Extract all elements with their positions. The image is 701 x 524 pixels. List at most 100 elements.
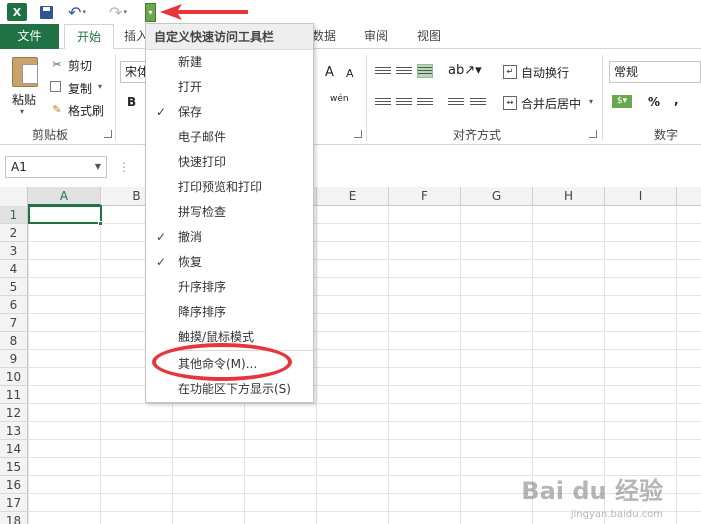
format-painter-button[interactable]: 格式刷: [68, 102, 104, 119]
clipboard-launcher-icon[interactable]: [104, 130, 112, 138]
row-header[interactable]: 17: [0, 494, 28, 512]
increase-indent-icon[interactable]: [470, 96, 486, 110]
menu-item-print-preview[interactable]: 打印预览和打印: [146, 175, 313, 200]
tab-home[interactable]: 开始: [64, 24, 114, 50]
menu-item-label: 升序排序: [178, 280, 227, 294]
column-header-a[interactable]: A: [28, 187, 101, 206]
menu-item-label: 在功能区下方显示(S): [178, 382, 291, 396]
menu-item-sort-descending[interactable]: 降序排序: [146, 300, 313, 325]
column-header-i[interactable]: I: [605, 187, 677, 206]
menu-item-email[interactable]: 电子邮件: [146, 125, 313, 150]
cut-button[interactable]: 剪切: [68, 57, 92, 74]
tab-view[interactable]: 视图: [417, 24, 441, 49]
tab-review[interactable]: 审阅: [364, 24, 388, 49]
menu-item-spelling[interactable]: 拼写检查: [146, 200, 313, 225]
row-header[interactable]: 1: [0, 206, 28, 224]
scissors-icon: ✂: [52, 58, 62, 71]
paste-button[interactable]: 粘贴: [12, 91, 36, 108]
menu-item-label: 降序排序: [178, 305, 227, 319]
row-header[interactable]: 7: [0, 314, 28, 332]
copy-dropdown-icon[interactable]: ▾: [98, 82, 102, 91]
row-header[interactable]: 16: [0, 476, 28, 494]
column-header-f[interactable]: F: [389, 187, 461, 206]
column-header-row: A B C D E F G H I: [0, 187, 701, 206]
row-header[interactable]: 13: [0, 422, 28, 440]
row-header[interactable]: 11: [0, 386, 28, 404]
row-header[interactable]: 18: [0, 512, 28, 524]
menu-item-quick-print[interactable]: 快速打印: [146, 150, 313, 175]
wrap-text-button[interactable]: 自动换行: [521, 64, 569, 81]
watermark-url: jingyan.baidu.com: [570, 509, 663, 520]
row-header[interactable]: 4: [0, 260, 28, 278]
row-header[interactable]: 15: [0, 458, 28, 476]
merge-center-button[interactable]: 合并后居中: [521, 95, 581, 112]
merge-dropdown-icon[interactable]: ▾: [589, 97, 593, 106]
row-header[interactable]: 12: [0, 404, 28, 422]
orientation-icon[interactable]: ab↗▾: [448, 63, 482, 78]
check-icon: ✓: [156, 255, 167, 269]
font-size-increase-button[interactable]: A: [325, 65, 334, 80]
column-header-h[interactable]: H: [533, 187, 605, 206]
menu-item-label: 新建: [178, 55, 203, 69]
name-box[interactable]: A1 ▼: [5, 156, 107, 178]
separator: [366, 55, 367, 141]
align-middle-icon[interactable]: [396, 65, 412, 79]
bold-button[interactable]: B: [127, 95, 136, 109]
merge-center-icon: ↔: [503, 96, 517, 110]
align-left-icon[interactable]: [375, 96, 391, 110]
alignment-launcher-icon[interactable]: [589, 130, 597, 138]
select-all-corner[interactable]: [0, 187, 28, 206]
menu-item-undo[interactable]: ✓ 撤消: [146, 225, 313, 250]
name-box-dropdown-icon[interactable]: ▼: [95, 157, 101, 177]
align-center-icon[interactable]: [396, 96, 412, 110]
menu-item-new[interactable]: 新建: [146, 50, 313, 75]
menu-item-label: 撤消: [178, 230, 203, 244]
row-header[interactable]: 10: [0, 368, 28, 386]
customize-quick-access-dropdown-icon[interactable]: ▾: [145, 3, 156, 22]
menu-item-label: 保存: [178, 105, 203, 119]
currency-format-icon[interactable]: $▾: [612, 95, 632, 108]
save-icon[interactable]: [37, 3, 55, 21]
menu-item-save[interactable]: ✓ 保存: [146, 100, 313, 125]
percent-style-button[interactable]: %: [648, 95, 660, 109]
menu-item-label: 触摸/鼠标模式: [178, 330, 255, 344]
copy-button[interactable]: 复制: [68, 80, 92, 97]
menu-item-sort-ascending[interactable]: 升序排序: [146, 275, 313, 300]
redo-icon[interactable]: ↷ ▾: [106, 3, 130, 22]
menu-item-label: 拼写检查: [178, 205, 227, 219]
quick-access-toolbar: X ↶ ▾ ↷ ▾ ▾: [0, 0, 701, 24]
row-header[interactable]: 6: [0, 296, 28, 314]
phonetic-guide-button[interactable]: wén: [330, 94, 349, 104]
paste-dropdown-icon[interactable]: ▾: [20, 107, 24, 116]
menu-item-open[interactable]: 打开: [146, 75, 313, 100]
formula-bar: A1 ▼ ⋮: [0, 145, 701, 187]
ribbon-home: 粘贴 ▾ ✂ 剪切 复制 ▾ ✎ 格式刷 剪贴板 宋体 B A A wén ab…: [0, 49, 701, 145]
row-header[interactable]: 3: [0, 242, 28, 260]
row-header[interactable]: 9: [0, 350, 28, 368]
undo-icon[interactable]: ↶ ▾: [66, 3, 88, 22]
align-top-icon[interactable]: [375, 65, 391, 79]
column-header-e[interactable]: E: [317, 187, 389, 206]
row-header[interactable]: 14: [0, 440, 28, 458]
alignment-group-label: 对齐方式: [453, 128, 502, 142]
watermark: Bai du 经验: [521, 477, 663, 505]
align-bottom-icon[interactable]: [417, 64, 433, 78]
active-cell-a1[interactable]: [28, 205, 102, 224]
menu-item-label: 快速打印: [178, 155, 227, 169]
font-size-decrease-button[interactable]: A: [346, 67, 354, 80]
paste-icon[interactable]: [12, 57, 38, 87]
align-right-icon[interactable]: [417, 96, 433, 110]
number-format-combo[interactable]: 常规: [609, 61, 701, 83]
tab-file[interactable]: 文件: [0, 24, 59, 49]
decrease-indent-icon[interactable]: [448, 96, 464, 110]
font-launcher-icon[interactable]: [354, 130, 362, 138]
row-header[interactable]: 2: [0, 224, 28, 242]
comma-style-button[interactable]: ,: [674, 93, 679, 107]
row-header[interactable]: 8: [0, 332, 28, 350]
menu-item-redo[interactable]: ✓ 恢复: [146, 250, 313, 275]
fill-handle[interactable]: [98, 221, 103, 226]
row-header[interactable]: 5: [0, 278, 28, 296]
column-header-g[interactable]: G: [461, 187, 533, 206]
wrap-text-icon: ↵: [503, 65, 517, 79]
tab-data[interactable]: 数据: [312, 24, 336, 49]
